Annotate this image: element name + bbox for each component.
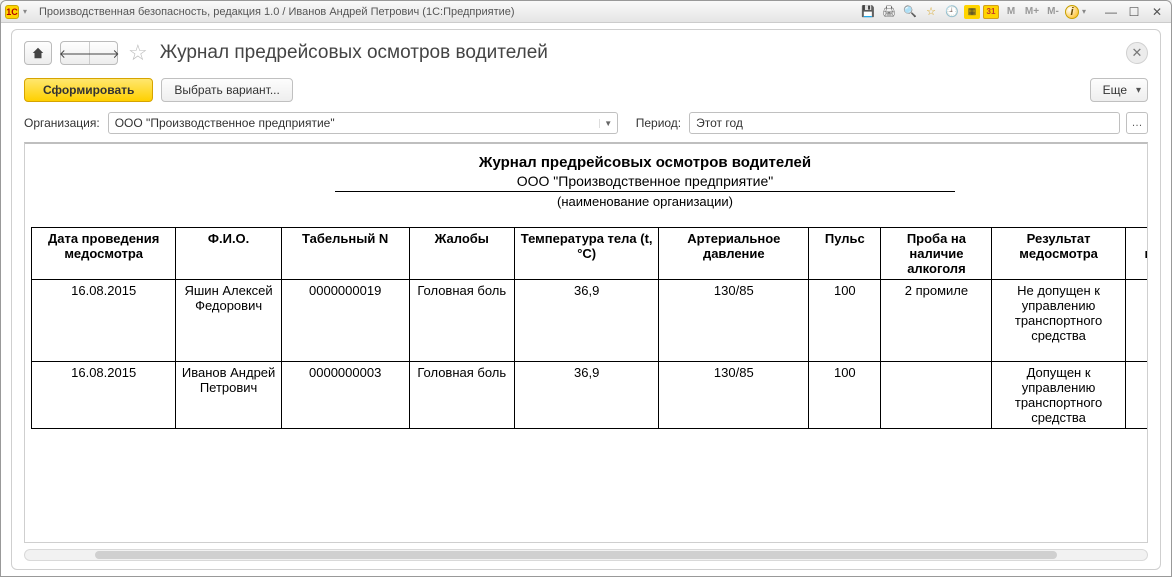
maximize-icon[interactable]: ☐: [1124, 5, 1144, 19]
period-combo[interactable]: Этот год: [689, 112, 1120, 134]
toolbar: Сформировать Выбрать вариант... Еще: [12, 74, 1160, 112]
cell-res: Не допущен к управлению транспортного ср…: [992, 280, 1125, 362]
close-window-icon[interactable]: ✕: [1147, 5, 1167, 19]
cell-temp: 36,9: [515, 280, 659, 362]
cell-bp: 130/85: [659, 362, 809, 429]
filter-row: Организация: ООО "Производственное предп…: [12, 112, 1160, 142]
cell-compl: Головная боль: [409, 280, 514, 362]
page-title: Журнал предрейсовых осмотров водителей: [160, 42, 1118, 64]
generate-button[interactable]: Сформировать: [24, 78, 153, 102]
nav-forward-button[interactable]: 🡒: [89, 42, 117, 64]
home-button[interactable]: [24, 41, 52, 65]
col-result: Результат медосмотра: [992, 228, 1125, 280]
history-icon[interactable]: 🕘: [943, 4, 961, 20]
cell-date: 16.08.2015: [32, 362, 176, 429]
organization-value: ООО "Производственное предприятие": [109, 116, 599, 130]
print-icon[interactable]: 🖨: [880, 4, 898, 20]
chevron-down-icon[interactable]: ▼: [599, 119, 617, 128]
cell-bp: 130/85: [659, 280, 809, 362]
save-icon[interactable]: 💾: [859, 4, 877, 20]
col-alcohol: Проба на наличие алкоголя: [881, 228, 992, 280]
info-dropdown-icon[interactable]: ▾: [1082, 7, 1092, 17]
col-temperature: Температура тела (t, °С): [515, 228, 659, 280]
period-label: Период:: [636, 116, 681, 130]
table-row: 16.08.2015Яшин Алексей Федорович00000000…: [32, 280, 1149, 362]
report-organization-sub: (наименование организации): [335, 192, 955, 209]
nav-back-button[interactable]: 🡐: [61, 42, 89, 64]
titlebar-dropdown-icon[interactable]: ▾: [23, 7, 33, 17]
col-reason: Причина направления к врачу: [1125, 228, 1148, 280]
cell-tn: 0000000019: [281, 280, 409, 362]
info-icon[interactable]: i: [1065, 5, 1079, 19]
close-panel-button[interactable]: ✕: [1126, 42, 1148, 64]
org-label: Организация:: [24, 116, 100, 130]
cell-reason: -: [1125, 362, 1148, 429]
report-organization: ООО "Производственное предприятие": [335, 173, 955, 192]
favorites-icon[interactable]: ☆: [922, 4, 940, 20]
cell-alc: [881, 362, 992, 429]
window-title: Производственная безопасность, редакция …: [39, 6, 859, 18]
search-icon[interactable]: 🔍: [901, 4, 919, 20]
calculator-icon[interactable]: ▦: [964, 5, 980, 19]
table-header-row: Дата проведения медосмотра Ф.И.О. Табель…: [32, 228, 1149, 280]
cell-pulse: 100: [809, 280, 881, 362]
cell-date: 16.08.2015: [32, 280, 176, 362]
cell-temp: 36,9: [515, 362, 659, 429]
period-ellipsis-button[interactable]: …: [1126, 112, 1148, 134]
col-fio: Ф.И.О.: [176, 228, 281, 280]
app-window: 1C ▾ Производственная безопасность, реда…: [0, 0, 1172, 577]
cell-fio: Яшин Алексей Федорович: [176, 280, 281, 362]
cell-alc: 2 промиле: [881, 280, 992, 362]
cell-tn: 0000000003: [281, 362, 409, 429]
content-wrap: 🡐 🡒 ☆ Журнал предрейсовых осмотров водит…: [1, 23, 1171, 576]
nav-buttons: 🡐 🡒: [60, 41, 118, 65]
cell-reason: Водитель находится в состоянии алкогольн…: [1125, 280, 1148, 362]
titlebar: 1C ▾ Производственная безопасность, реда…: [1, 1, 1171, 23]
calendar-icon[interactable]: 31: [983, 5, 999, 19]
choose-variant-button[interactable]: Выбрать вариант...: [161, 78, 292, 102]
cell-res: Допущен к управлению транспортного средс…: [992, 362, 1125, 429]
titlebar-tools: 💾 🖨 🔍 ☆ 🕘 ▦ 31 M M+ M- i ▾ — ☐ ✕: [859, 4, 1167, 20]
favorite-star-icon[interactable]: ☆: [128, 40, 148, 66]
main-panel: 🡐 🡒 ☆ Журнал предрейсовых осмотров водит…: [11, 29, 1161, 570]
col-complaints: Жалобы: [409, 228, 514, 280]
cell-fio: Иванов Андрей Петрович: [176, 362, 281, 429]
report-title: Журнал предрейсовых осмотров водителей: [31, 154, 1148, 171]
report-table: Дата проведения медосмотра Ф.И.О. Табель…: [31, 227, 1148, 429]
memory-mminus-icon[interactable]: M-: [1044, 4, 1062, 20]
cell-compl: Головная боль: [409, 362, 514, 429]
period-value: Этот год: [690, 116, 1119, 130]
app-logo-icon: 1C: [5, 5, 19, 19]
report-area: Журнал предрейсовых осмотров водителей О…: [24, 142, 1148, 543]
scrollbar-thumb[interactable]: [95, 551, 1057, 559]
more-button[interactable]: Еще: [1090, 78, 1148, 102]
col-bp: Артериальное давление: [659, 228, 809, 280]
memory-mplus-icon[interactable]: M+: [1023, 4, 1041, 20]
col-date: Дата проведения медосмотра: [32, 228, 176, 280]
organization-combo[interactable]: ООО "Производственное предприятие" ▼: [108, 112, 618, 134]
col-tn: Табельный N: [281, 228, 409, 280]
col-pulse: Пульс: [809, 228, 881, 280]
header-row: 🡐 🡒 ☆ Журнал предрейсовых осмотров водит…: [12, 30, 1160, 74]
horizontal-scrollbar[interactable]: [24, 549, 1148, 561]
table-row: 16.08.2015Иванов Андрей Петрович00000000…: [32, 362, 1149, 429]
memory-m-icon[interactable]: M: [1002, 4, 1020, 20]
minimize-icon[interactable]: —: [1101, 5, 1121, 19]
cell-pulse: 100: [809, 362, 881, 429]
